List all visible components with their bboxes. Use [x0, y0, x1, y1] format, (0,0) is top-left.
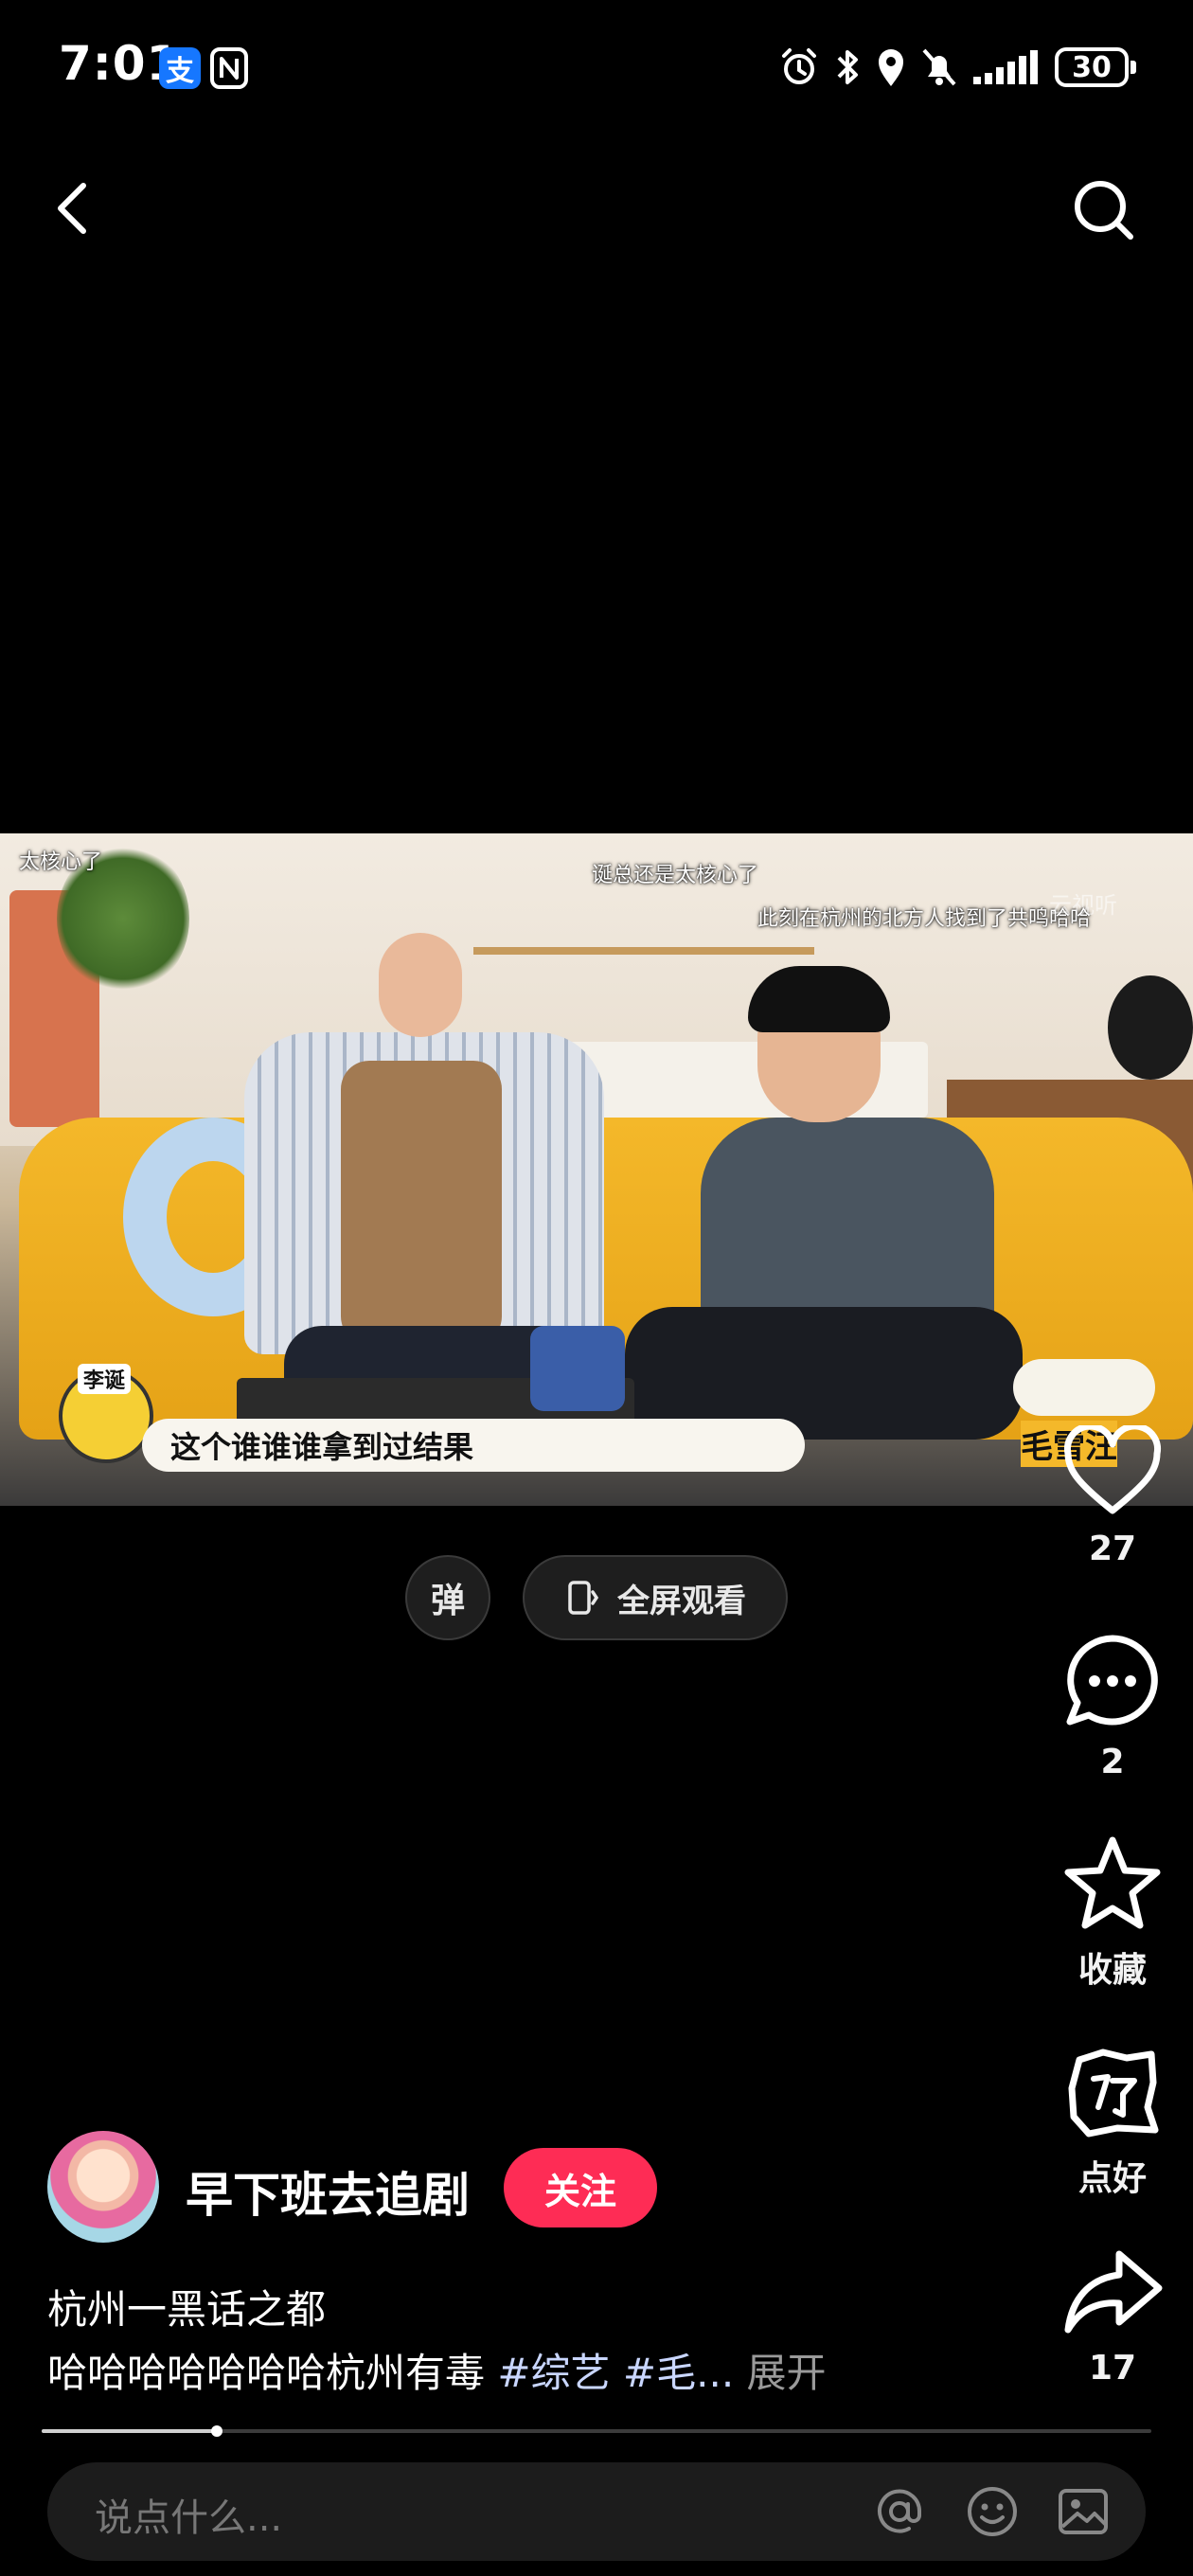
- hashtag-link[interactable]: #毛...: [623, 2350, 734, 2396]
- follow-button[interactable]: 关注: [504, 2148, 657, 2227]
- heart-icon: [1064, 1425, 1161, 1514]
- share-count: 17: [1088, 2349, 1137, 2388]
- share-button[interactable]: 17: [1051, 2245, 1174, 2388]
- video-jar: [530, 1326, 625, 1411]
- good-button[interactable]: 点好: [1051, 2041, 1174, 2200]
- fullscreen-label: 全屏观看: [617, 1582, 746, 1620]
- collect-label: 收藏: [1077, 1951, 1147, 1990]
- video-caption: 诞总还是太核心了: [592, 864, 759, 887]
- bluetooth-icon: [837, 50, 858, 84]
- mention-button[interactable]: [871, 2483, 928, 2540]
- battery-icon: 30: [1055, 47, 1136, 87]
- speaker-name: 李诞: [78, 1364, 132, 1394]
- location-icon: [879, 49, 903, 86]
- at-sign-icon: [878, 2489, 922, 2533]
- post-description: 哈哈哈哈哈哈哈杭州有毒 #综艺 #毛... 展开: [47, 2341, 827, 2399]
- comment-button[interactable]: 2: [1051, 1629, 1174, 1781]
- danmaku-toggle-button[interactable]: 弹: [405, 1555, 490, 1640]
- author-name[interactable]: 早下班去追剧: [186, 2157, 470, 2226]
- danmaku-label: 弹: [430, 1582, 465, 1620]
- video-watermark: 云视听: [1049, 892, 1117, 919]
- status-bar: 7:01 支 30: [0, 0, 1193, 133]
- smiley-icon: [968, 2487, 1017, 2536]
- signal-icon: [973, 50, 1038, 84]
- image-icon: [1059, 2489, 1108, 2534]
- alarm-icon: [782, 48, 816, 84]
- video-caption: 太核心了: [19, 850, 103, 874]
- image-button[interactable]: [1055, 2483, 1112, 2540]
- expand-link[interactable]: 展开: [747, 2350, 827, 2396]
- person-right-hair: [748, 966, 890, 1032]
- video-player[interactable]: 太核心了 诞总还是太核心了 此刻在杭州的北方人找到了共鸣哈哈 云视听 李诞 这个…: [0, 833, 1193, 1506]
- mute-icon: [922, 48, 956, 86]
- follow-label: 关注: [543, 2170, 616, 2212]
- person-left-shirt: [341, 1061, 502, 1345]
- post-title: 杭州一黑话之都: [47, 2286, 327, 2333]
- like-count: 27: [1088, 1530, 1137, 1568]
- show-logo-mascots: [1013, 1359, 1155, 1416]
- good-stamp-icon: [1068, 2048, 1159, 2138]
- collect-button[interactable]: 收藏: [1051, 1833, 1174, 1992]
- progress-handle[interactable]: [211, 2425, 223, 2437]
- search-button[interactable]: [1066, 170, 1142, 246]
- alipay-icon: 支: [159, 47, 201, 89]
- good-label: 点好: [1077, 2159, 1147, 2198]
- post-desc-text: 哈哈哈哈哈哈哈杭州有毒: [47, 2350, 498, 2396]
- video-subtitle: 这个谁谁谁拿到过结果: [142, 1419, 805, 1472]
- status-icons: 30: [778, 44, 1136, 91]
- fullscreen-button[interactable]: 全屏观看: [523, 1555, 788, 1640]
- video-speaker: [1108, 975, 1193, 1080]
- video-caption: 此刻在杭州的北方人找到了共鸣哈哈: [757, 907, 1092, 931]
- emoji-button[interactable]: [964, 2483, 1021, 2540]
- comment-icon: [1066, 1635, 1158, 1726]
- comment-placeholder: 说点什么...: [95, 2496, 283, 2540]
- comment-count: 2: [1100, 1743, 1125, 1781]
- nfc-icon: [210, 47, 248, 89]
- fullscreen-icon: [568, 1581, 599, 1615]
- star-icon: [1064, 1836, 1161, 1929]
- share-arrow-icon: [1064, 2250, 1163, 2334]
- progress-fill: [42, 2429, 217, 2433]
- search-icon: [1075, 181, 1133, 240]
- like-button[interactable]: 27: [1051, 1425, 1174, 1568]
- hashtag-link[interactable]: #综艺: [497, 2350, 610, 2396]
- back-button[interactable]: [44, 170, 110, 246]
- author-avatar[interactable]: [47, 2131, 159, 2243]
- chevron-left-icon: [58, 183, 86, 234]
- person-left-head: [379, 933, 462, 1037]
- battery-level: 30: [1072, 50, 1112, 84]
